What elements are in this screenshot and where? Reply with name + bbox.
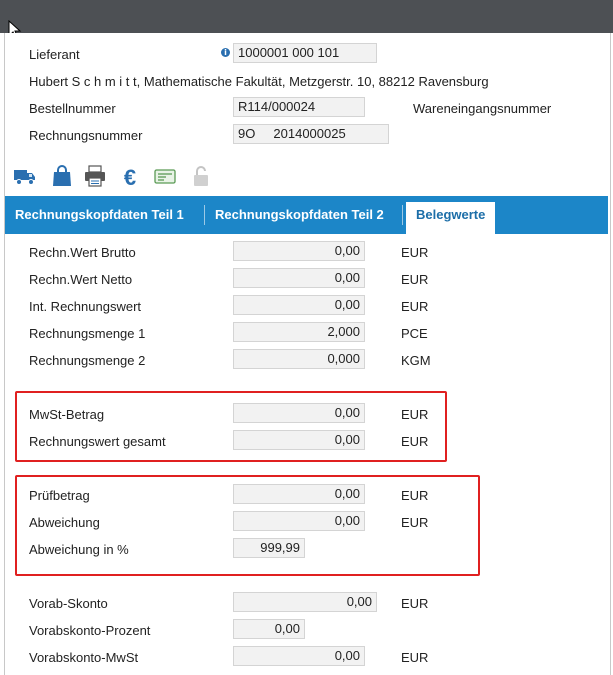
tab-belegwerte[interactable]: Belegwerte (406, 202, 496, 234)
lock-icon[interactable] (189, 164, 213, 188)
tab-rechnungskopfdaten-2[interactable]: Rechnungskopfdaten Teil 2 (205, 196, 394, 234)
abweichung-prozent-field[interactable]: 999,99 (233, 538, 305, 558)
abweichung-prozent-label: Abweichung in % (29, 542, 129, 557)
lieferant-field[interactable]: 1000001 000 101 (233, 43, 377, 63)
menge1-field[interactable]: 2,000 (233, 322, 365, 342)
abweichung-label: Abweichung (29, 515, 100, 530)
euro-icon[interactable]: € (118, 164, 142, 188)
vorab-skonto-field[interactable]: 0,00 (233, 592, 377, 612)
supplier-address: Hubert S c h m i t t, Mathematische Faku… (29, 74, 489, 89)
tab-bar: Rechnungskopfdaten Teil 1 Rechnungskopfd… (5, 196, 608, 234)
menge2-unit: KGM (401, 353, 431, 368)
int-rechnungswert-label: Int. Rechnungswert (29, 299, 142, 314)
brutto-unit: EUR (401, 245, 429, 260)
menge2-label: Rechnungsmenge 2 (29, 353, 146, 368)
menge1-label: Rechnungsmenge 1 (29, 326, 146, 341)
menge1-unit: PCE (401, 326, 428, 341)
int-rechnungswert-field[interactable]: 0,00 (233, 295, 365, 315)
rechnungsnummer-field[interactable]: 9O 2014000025 (233, 124, 389, 144)
vorabskonto-prozent-field[interactable]: 0,00 (233, 619, 305, 639)
pruefbetrag-label: Prüfbetrag (29, 488, 90, 503)
netto-unit: EUR (401, 272, 429, 287)
window-titlebar (0, 0, 613, 33)
tab-separator (402, 205, 403, 225)
menge2-field[interactable]: 0,000 (233, 349, 365, 369)
info-icon[interactable]: i (221, 48, 230, 57)
vorabskonto-prozent-label: Vorabskonto-Prozent (29, 623, 151, 638)
gesamt-unit: EUR (401, 434, 429, 449)
brutto-field[interactable]: 0,00 (233, 241, 365, 261)
vorab-skonto-label: Vorab-Skonto (29, 596, 108, 611)
bestellnummer-field[interactable]: R114/000024 (233, 97, 365, 117)
truck-icon[interactable] (13, 164, 37, 188)
svg-text:€: € (124, 165, 136, 188)
mwst-label: MwSt-Betrag (29, 407, 105, 422)
mwst-field[interactable]: 0,00 (233, 403, 365, 423)
gesamt-label: Rechnungswert gesamt (29, 434, 166, 449)
gesamt-field[interactable]: 0,00 (233, 430, 365, 450)
vorab-skonto-unit: EUR (401, 596, 429, 611)
printer-icon[interactable] (83, 164, 107, 188)
pruefbetrag-field[interactable]: 0,00 (233, 484, 365, 504)
netto-label: Rechn.Wert Netto (29, 272, 133, 287)
wareneingang-label: Wareneingangsnummer (413, 101, 552, 116)
bestellnummer-label: Bestellnummer (29, 101, 116, 116)
highlight-box-tax (15, 391, 447, 462)
card-icon[interactable] (153, 164, 177, 188)
int-rechnungswert-unit: EUR (401, 299, 429, 314)
netto-field[interactable]: 0,00 (233, 268, 365, 288)
rechnungsnummer-label: Rechnungsnummer (29, 128, 143, 143)
pruefbetrag-unit: EUR (401, 488, 429, 503)
brutto-label: Rechn.Wert Brutto (29, 245, 136, 260)
vorabskonto-mwst-label: Vorabskonto-MwSt (29, 650, 139, 665)
vorabskonto-mwst-field[interactable]: 0,00 (233, 646, 365, 666)
vorabskonto-mwst-unit: EUR (401, 650, 429, 665)
lieferant-label: Lieferant (29, 47, 80, 62)
mwst-unit: EUR (401, 407, 429, 422)
abweichung-field[interactable]: 0,00 (233, 511, 365, 531)
tab-rechnungskopfdaten-1[interactable]: Rechnungskopfdaten Teil 1 (5, 196, 194, 234)
abweichung-unit: EUR (401, 515, 429, 530)
shopping-bag-icon[interactable] (50, 164, 74, 188)
